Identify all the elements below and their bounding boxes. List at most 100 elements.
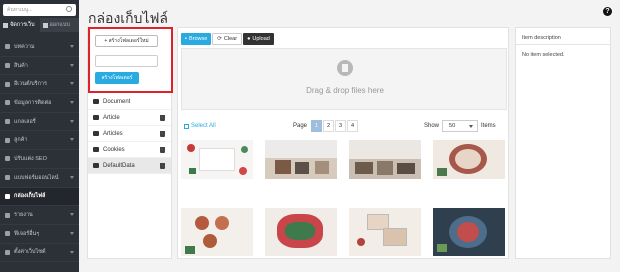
page-button-3[interactable]: 3 [335, 120, 347, 132]
pen-icon [42, 22, 48, 28]
chevron-down-icon [70, 101, 74, 105]
folder-name: Articles [103, 130, 123, 137]
upload-icon: ● [247, 36, 251, 42]
chevron-down-icon [70, 63, 74, 67]
file-browser-panel: ▪ Browse ⟳ Clear ● Upload Drag & drop files… [177, 27, 509, 259]
sidebar-item-forms[interactable]: แบบฟอร์มออนไลน์ [0, 169, 79, 188]
sidebar-tabs: จัดการเว็บ ออกแบบ [0, 18, 79, 32]
select-all-label: Select All [191, 123, 216, 129]
page-button-4[interactable]: 4 [347, 120, 359, 132]
sidebar-item-seo[interactable]: ปรับแต่ง SEO [0, 150, 79, 169]
show-label: Show [424, 123, 440, 129]
grid-icon [3, 22, 8, 28]
folder-list: Document Article Articles Cookies Defaul… [88, 94, 171, 174]
sidebar-item-file-box[interactable]: กล่องเก็บไฟล์ [0, 187, 79, 207]
puzzle-icon [5, 231, 10, 237]
sidebar-item-settings[interactable]: ตั้งค่าเว็บไซต์ [0, 244, 79, 263]
sidebar-item-label: ตั้งค่าเว็บไซต์ [14, 249, 46, 256]
folder-item-cookies[interactable]: Cookies [88, 142, 171, 158]
file-icon [337, 60, 353, 76]
folder-icon: ▪ [185, 36, 187, 42]
folder-item-document[interactable]: Document [88, 94, 171, 110]
chevron-down-icon [70, 119, 74, 123]
sidebar-item-label: แกลเลอรี่ [14, 118, 36, 125]
chevron-down-icon [70, 213, 74, 217]
clear-button-label: Clear [223, 36, 238, 42]
item-description-title: Item description [522, 35, 561, 41]
sidebar-item-gallery[interactable]: แกลเลอรี่ [0, 113, 79, 132]
users-icon [5, 137, 10, 143]
folder-item-article[interactable]: Article [88, 110, 171, 126]
search-icon[interactable] [66, 6, 72, 12]
sidebar-item-label: บทความ [14, 43, 35, 50]
chevron-down-icon [70, 138, 74, 142]
image-thumbnail[interactable] [181, 140, 253, 179]
article-icon [5, 44, 10, 50]
help-icon[interactable]: ? [603, 7, 612, 16]
upload-button[interactable]: ● Upload [243, 33, 274, 45]
sidebar-item-articles[interactable]: บทความ [0, 38, 79, 57]
sidebar-item-products[interactable]: สินค้า [0, 57, 79, 76]
refresh-icon: ⟳ [217, 36, 222, 42]
trash-icon[interactable] [160, 115, 165, 121]
search-icon [5, 156, 10, 162]
sidebar-item-label: กล่องเก็บไฟล์ [14, 193, 46, 200]
sidebar-item-events[interactable]: อีเวนต์/บริการ [0, 75, 79, 95]
highlight-annotation-box [88, 27, 173, 93]
page-button-1[interactable]: 1 [311, 120, 323, 132]
folder-name: DefaultData [103, 162, 135, 169]
folder-icon [93, 147, 99, 152]
image-thumbnail[interactable] [181, 208, 253, 256]
chevron-down-icon [70, 231, 74, 235]
pagination: Page 1 2 3 4 [293, 120, 359, 132]
cart-icon [5, 63, 10, 69]
sidebar-item-reports[interactable]: รายงาน [0, 206, 79, 225]
chevron-down-icon [70, 82, 74, 86]
sidebar: ค้นหาเมนู... จัดการเว็บ ออกแบบ บทความ สิ… [0, 0, 79, 272]
dropzone-text: Drag & drop files here [306, 86, 384, 95]
folder-item-articles[interactable]: Articles [88, 126, 171, 142]
item-description-panel: Item description No item selected. [515, 27, 611, 259]
trash-icon[interactable] [160, 147, 165, 153]
sidebar-item-label: อีเวนต์/บริการ [14, 81, 47, 88]
select-all-toggle[interactable]: Select All [184, 123, 216, 129]
upload-toolbar: ▪ Browse ⟳ Clear ● Upload [181, 33, 274, 45]
sidebar-item-label: ฟีเจอร์อื่นๆ [14, 230, 40, 237]
trash-icon[interactable] [160, 163, 165, 169]
gallery-icon [5, 119, 10, 125]
image-thumbnail[interactable] [433, 140, 505, 179]
page-button-2[interactable]: 2 [323, 120, 335, 132]
file-dropzone[interactable]: Drag & drop files here [181, 48, 507, 110]
sidebar-item-features[interactable]: ฟีเจอร์อื่นๆ [0, 225, 79, 244]
page-size-select[interactable]: 50 [442, 120, 479, 132]
sidebar-item-customers[interactable]: ลูกค้า [0, 131, 79, 151]
tab-manage-web[interactable]: จัดการเว็บ [0, 18, 40, 32]
trash-icon[interactable] [160, 131, 165, 137]
image-thumbnail[interactable] [349, 140, 421, 179]
image-thumbnail[interactable] [265, 140, 337, 179]
folder-icon [93, 131, 99, 136]
tab-design-label: ออกแบบ [49, 22, 70, 28]
sidebar-item-contact[interactable]: ข้อมูลการติดต่อ [0, 94, 79, 113]
report-icon [5, 212, 10, 218]
tab-design[interactable]: ออกแบบ [39, 18, 79, 32]
folder-item-defaultdata[interactable]: DefaultData [88, 158, 171, 174]
no-item-selected-text: No item selected. [522, 52, 565, 58]
form-icon [5, 175, 10, 181]
page-size-control: Show 50 Items [424, 120, 496, 132]
tab-manage-web-label: จัดการเว็บ [10, 22, 35, 28]
image-thumbnail[interactable] [349, 208, 421, 256]
image-thumbnail[interactable] [265, 208, 337, 256]
browse-button[interactable]: ▪ Browse [181, 33, 212, 45]
folder-icon [93, 115, 99, 120]
upload-button-label: Upload [252, 36, 270, 42]
image-thumbnail[interactable] [433, 208, 505, 256]
clear-button[interactable]: ⟳ Clear [212, 33, 243, 45]
sidebar-item-label: แบบฟอร์มออนไลน์ [14, 174, 59, 181]
chevron-down-icon [70, 250, 74, 254]
menu-search-input[interactable]: ค้นหาเมนู... [3, 4, 76, 16]
chevron-down-icon [70, 175, 74, 179]
items-label: Items [481, 123, 496, 129]
folder-icon [5, 193, 10, 199]
sidebar-item-label: ลูกค้า [14, 137, 28, 144]
